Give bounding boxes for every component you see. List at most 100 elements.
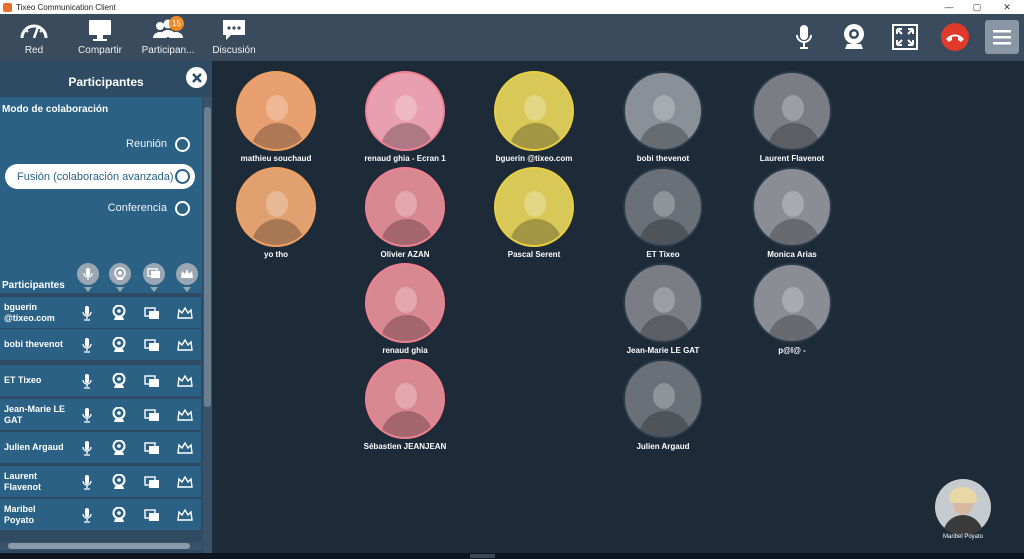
webcam-icon[interactable] [110,473,128,491]
screen-share-icon[interactable] [143,304,161,322]
webcam-button[interactable] [838,21,870,53]
webcam-icon [844,24,864,49]
participant-row[interactable]: Jean-Marie LE GAT [0,399,201,430]
participant-video-tile[interactable]: Pascal Serent [479,167,589,259]
column-mic-header[interactable] [77,263,99,292]
participant-tile-name: bobi thevenot [636,154,690,163]
webcam-icon[interactable] [110,372,128,390]
microphone-icon [796,25,812,49]
microphone-icon[interactable] [78,336,96,354]
mode-option-fusion[interactable]: Fusión (colaboración avanzada) [5,164,195,189]
microphone-button[interactable] [788,21,820,53]
self-view-name: Maribel Poyato [942,534,984,540]
microphone-icon[interactable] [78,439,96,457]
video-face [266,191,288,217]
self-hair [949,487,977,503]
microphone-icon[interactable] [78,406,96,424]
microphone-icon[interactable] [78,304,96,322]
screen-share-icon [147,268,160,278]
participant-row[interactable]: bguerin @tixeo.com [0,297,201,328]
sidebar-horizontal-scrollbar[interactable] [0,542,202,550]
participant-video-avatar [623,359,703,439]
participant-video-avatar [365,359,445,439]
video-torso [381,315,433,341]
participant-tile-name: Pascal Serent [507,250,561,259]
participant-tile-name: renaud ghia - Ecran 1 [364,154,446,163]
webcam-icon[interactable] [110,406,128,424]
minimize-button[interactable]: — [934,0,964,14]
column-crown-header[interactable] [176,263,198,292]
participant-video-tile[interactable]: bobi thevenot [608,71,718,163]
participant-video-tile[interactable]: mathieu souchaud [221,71,331,163]
participant-row[interactable]: bobi thevenot [0,329,201,360]
window-titlebar: Tixeo Communication Client — ▢ ✕ [0,0,1024,14]
video-face [653,287,675,313]
crown-icon[interactable] [176,372,194,390]
screen-share-icon[interactable] [143,372,161,390]
screen-share-icon[interactable] [143,406,161,424]
sidebar-scrollbar[interactable] [203,97,212,553]
crown-icon[interactable] [176,439,194,457]
mode-option-meeting[interactable]: Reunión [126,135,190,153]
participant-row[interactable]: Maribel Poyato [0,499,201,530]
video-face [782,95,804,121]
participant-video-tile[interactable]: bguerin @tixeo.com [479,71,589,163]
scrollbar-thumb[interactable] [204,107,211,407]
crown-icon [181,269,193,278]
participant-video-tile[interactable]: Olivier AZAN [350,167,460,259]
webcam-icon[interactable] [110,506,128,524]
participant-video-tile[interactable]: Julien Argaud [608,359,718,451]
participant-video-avatar [752,167,832,247]
crown-icon[interactable] [176,304,194,322]
scrollbar-thumb[interactable] [8,543,190,549]
close-window-button[interactable]: ✕ [992,0,1022,14]
crown-icon[interactable] [176,506,194,524]
participant-row[interactable]: Laurent Flavenot [0,466,201,497]
window-title: Tixeo Communication Client [16,2,116,12]
participants-label: Participan... [141,45,195,56]
microphone-icon[interactable] [78,473,96,491]
video-torso [510,219,562,245]
share-button[interactable]: Compartir [76,14,124,61]
participant-row[interactable]: ET Tixeo [0,365,201,396]
participant-row[interactable]: Julien Argaud [0,432,201,463]
crown-icon[interactable] [176,336,194,354]
participant-video-tile[interactable]: renaud ghia - Ecran 1 [350,71,460,163]
webcam-icon[interactable] [110,304,128,322]
column-webcam-header[interactable] [109,263,131,292]
microphone-icon[interactable] [78,506,96,524]
participant-video-tile[interactable]: p@l@ - [737,263,847,355]
maximize-button[interactable]: ▢ [962,0,992,14]
sidebar-close-button[interactable] [186,67,207,88]
hangup-button[interactable] [939,21,971,53]
crown-icon[interactable] [176,406,194,424]
participants-button[interactable]: 15 Participan... [140,14,196,61]
screen-share-icon[interactable] [143,506,161,524]
participant-video-tile[interactable]: Laurent Flavenot [737,71,847,163]
self-view-avatar[interactable] [935,479,991,535]
webcam-icon [114,267,126,280]
column-share-header[interactable] [143,263,165,292]
screen-share-icon[interactable] [143,473,161,491]
participant-video-tile[interactable]: ET Tixeo [608,167,718,259]
participant-video-tile[interactable]: Jean-Marie LE GAT [608,263,718,355]
participant-video-tile[interactable]: Monica Arias [737,167,847,259]
scrollbar-thumb[interactable] [470,554,495,558]
screen-share-icon[interactable] [143,336,161,354]
participant-video-tile[interactable]: yo tho [221,167,331,259]
menu-button[interactable] [985,20,1019,54]
webcam-icon[interactable] [110,336,128,354]
participant-name: Jean-Marie LE GAT [4,403,66,425]
participant-video-tile[interactable]: Sébastien JEANJEAN [350,359,460,451]
microphone-icon[interactable] [78,372,96,390]
discussion-button[interactable]: Discusión [212,14,256,61]
crown-icon[interactable] [176,473,194,491]
participant-video-tile[interactable]: renaud ghia [350,263,460,355]
screen-share-icon[interactable] [143,439,161,457]
bottom-scrollbar[interactable] [0,553,1024,559]
fullscreen-button[interactable] [889,21,921,53]
network-button[interactable]: Red [14,14,54,61]
participant-name: ET Tixeo [4,375,42,385]
mode-option-conference[interactable]: Conferencia [108,199,190,217]
webcam-icon[interactable] [110,439,128,457]
